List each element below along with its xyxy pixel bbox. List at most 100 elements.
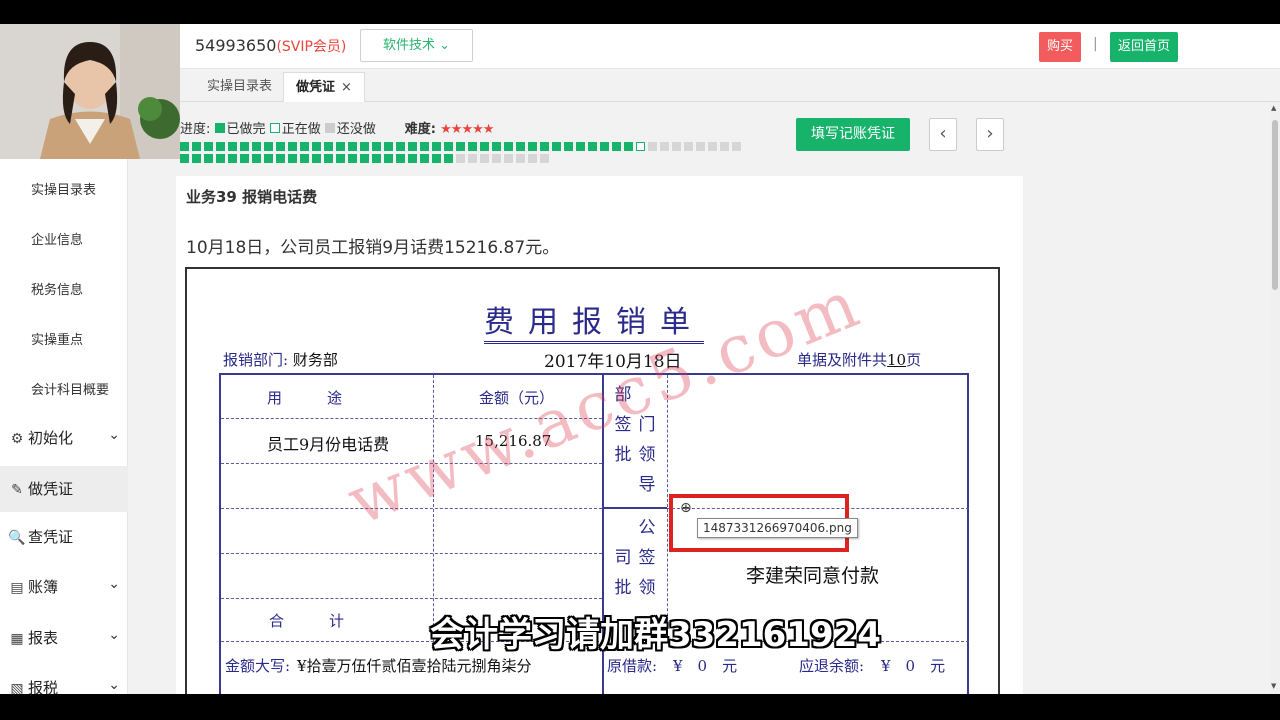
chevron-down-icon: ⌄ [108, 627, 120, 643]
user-id: 54993650(SVIP会员) [195, 36, 346, 56]
dept-value: 财务部 [292, 351, 338, 369]
progress-cell [624, 142, 633, 151]
sidebar-item-query-voucher[interactable]: 🔍 查凭证 [8, 526, 120, 547]
progress-cell [456, 154, 465, 163]
sidebar-item-company-info[interactable]: 企业信息 [31, 229, 83, 248]
next-button[interactable]: › [976, 118, 1004, 151]
difficulty-stars: ★★★★★ [440, 122, 494, 137]
chevron-down-icon: ⌄ [108, 677, 120, 693]
progress-cell [300, 142, 309, 151]
progress-cell [504, 154, 513, 163]
prev-button[interactable]: ‹ [929, 118, 957, 151]
return-home-button[interactable]: 返回首页 [1110, 32, 1178, 62]
progress-cell [372, 142, 381, 151]
scroll-up-icon[interactable]: ▲ [1271, 104, 1276, 112]
progress-cell [552, 142, 561, 151]
progress-cell [276, 142, 285, 151]
progress-cell [312, 142, 321, 151]
sidebar-item-make-voucher[interactable]: ✎ 做凭证 [8, 478, 120, 499]
amount-words-value: ¥拾壹万伍仟贰佰壹拾陆元捌角柒分 [297, 657, 532, 675]
tab-make-voucher[interactable]: 做凭证 × [283, 72, 365, 102]
progress-cell [432, 154, 441, 163]
progress-cell [288, 142, 297, 151]
progress-cell [216, 142, 225, 151]
progress-cell [648, 142, 657, 151]
progress-cell [660, 142, 669, 151]
sidebar-item-ledger[interactable]: ▤ 账簿 ⌄ [8, 576, 120, 597]
tax-icon: ▧ [10, 681, 24, 694]
progress-cell [396, 154, 405, 163]
scrollbar-thumb[interactable] [1272, 120, 1278, 290]
dept-label: 报销部门: [223, 351, 289, 369]
progress-cell [216, 154, 225, 163]
webcam-overlay [0, 24, 180, 159]
sidebar-item-initialize[interactable]: ⚙ 初始化 ⌄ [8, 427, 120, 448]
fill-voucher-button[interactable]: 填写记账凭证 [796, 118, 910, 151]
scroll-down-icon[interactable]: ▼ [1271, 682, 1276, 690]
progress-cell [312, 154, 321, 163]
sidebar-item-tax-filing[interactable]: ▧ 报税 ⌄ [8, 677, 120, 694]
table-rule [602, 507, 667, 509]
company-approve-char: 公 [638, 518, 656, 538]
dept-approve-char: 导 [638, 475, 656, 495]
progress-cell [432, 142, 441, 151]
sidebar-item-label: 查凭证 [28, 528, 74, 546]
tab-practice-catalog[interactable]: 实操目录表 [195, 72, 284, 102]
app-screen: 54993650(SVIP会员) 软件技术 ⌄ 购买 | 返回首页 实操目录表 … [0, 24, 1280, 694]
sidebar-item-reports[interactable]: ▦ 报表 ⌄ [8, 627, 120, 648]
progress-cell [324, 142, 333, 151]
company-approve-char: 领 [638, 578, 656, 598]
progress-cell [348, 154, 357, 163]
progress-cell [612, 142, 621, 151]
amount-words-label: 金额大写: [225, 657, 291, 675]
refund-value: ¥ 0 元 [881, 657, 946, 675]
sidebar: 实操目录表 企业信息 税务信息 实操重点 会计科目概要 ⚙ 初始化 ⌄ ✎ 做凭证 … [0, 159, 128, 694]
close-icon[interactable]: × [341, 80, 352, 95]
dept-approve-char: 领 [638, 445, 656, 465]
progress-cell [468, 154, 477, 163]
sidebar-item-key-points[interactable]: 实操重点 [31, 329, 83, 348]
progress-cell [588, 142, 597, 151]
page-scrollbar[interactable]: ▲ ▼ [1270, 102, 1280, 694]
progress-cell [300, 154, 309, 163]
dept-approve-char: 批 [614, 445, 632, 465]
attach-count: 10 [887, 351, 907, 369]
zoom-in-cursor-icon: ⊕ [680, 500, 692, 516]
progress-cell [540, 154, 549, 163]
todo-label: 还没做 [336, 122, 376, 137]
refund-label: 应退余额: [799, 657, 865, 675]
voucher-dept: 报销部门: 财务部 [223, 349, 338, 370]
progress-cell [324, 154, 333, 163]
progress-cell [264, 154, 273, 163]
progress-cell [372, 154, 381, 163]
table-rule [221, 598, 602, 599]
table-rule [221, 553, 602, 554]
company-approve-char: 司 [614, 548, 632, 568]
progress-cell [240, 154, 249, 163]
progress-cell [456, 142, 465, 151]
sidebar-item-account-overview[interactable]: 会计科目概要 [31, 379, 109, 398]
progress-cell [384, 154, 393, 163]
company-approve-col1: 司 批 [613, 543, 633, 603]
todo-swatch-icon [324, 123, 335, 133]
sidebar-item-label: 账簿 [28, 578, 59, 596]
sidebar-item-tax-info[interactable]: 税务信息 [31, 279, 83, 298]
business-description: 10月18日，公司员工报销9月话费15216.87元。 [186, 238, 560, 258]
sidebar-item-practice-catalog[interactable]: 实操目录表 [31, 179, 96, 198]
tab-label: 做凭证 [296, 80, 336, 95]
progress-cell [240, 142, 249, 151]
presenter-image [0, 24, 180, 159]
software-tech-dropdown[interactable]: 软件技术 ⌄ [360, 29, 473, 62]
progress-cell [360, 142, 369, 151]
progress-cell [204, 142, 213, 151]
progress-cell [672, 142, 681, 151]
book-icon: ▤ [10, 580, 24, 596]
top-bar: 54993650(SVIP会员) 软件技术 ⌄ 购买 | 返回首页 [180, 24, 1280, 69]
progress-cell [504, 142, 513, 151]
progress-cell [720, 142, 729, 151]
company-approve-char: 批 [614, 578, 632, 598]
buy-button[interactable]: 购买 [1039, 32, 1081, 62]
progress-cell [408, 142, 417, 151]
progress-cell [528, 142, 537, 151]
progress-cell [564, 142, 573, 151]
